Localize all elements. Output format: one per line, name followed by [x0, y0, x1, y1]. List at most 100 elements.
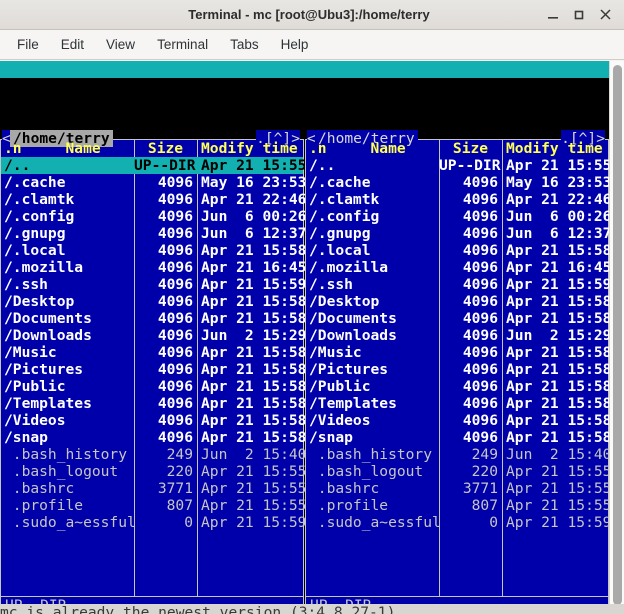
table-row[interactable]: /.ssh 4096 Apr 21 15:59 — [306, 276, 609, 293]
table-row[interactable]: /.cache 4096 May 16 23:53 — [1, 174, 307, 191]
left-row-size: 4096 — [157, 208, 193, 225]
right-row-name: .sudo_a~essful — [309, 514, 439, 531]
left-row-time: Jun 2 15:40 — [201, 446, 307, 463]
right-row-size: 4096 — [462, 208, 498, 225]
application-menubar: File Edit View Terminal Tabs Help — [0, 30, 624, 60]
table-row[interactable]: /.. UP--DIR Apr 21 15:55 — [1, 157, 306, 174]
maximize-icon[interactable] — [566, 2, 592, 28]
table-row[interactable]: .sudo_a~essful 0 Apr 21 15:59 — [306, 514, 609, 531]
left-row-size: 4096 — [157, 225, 193, 242]
table-row[interactable]: /.. UP--DIR Apr 21 15:55 — [306, 157, 609, 174]
table-row[interactable]: .bashrc 3771 Apr 21 15:55 — [1, 480, 307, 497]
close-icon[interactable] — [592, 2, 618, 28]
minimize-icon[interactable] — [540, 2, 566, 28]
table-row[interactable]: /Desktop 4096 Apr 21 15:58 — [306, 293, 609, 310]
left-row-name: /Desktop — [4, 293, 75, 310]
table-row[interactable]: /Documents 4096 Apr 21 15:58 — [1, 310, 306, 327]
left-header-time[interactable]: Modify time — [197, 140, 301, 157]
left-row-name: .sudo_a~essful — [4, 514, 134, 531]
table-row[interactable]: /Documents 4096 Apr 21 15:58 — [306, 310, 609, 327]
left-row-name: .bash_history — [4, 446, 128, 463]
left-row-time: Apr 21 15:55 — [201, 497, 307, 514]
right-file-panel[interactable]: <─ /home/terry .[^]> 83G/91G (91%) .n Na… — [305, 130, 609, 614]
table-row[interactable]: /.clamtk 4096 Apr 21 22:46 — [1, 191, 306, 208]
table-row[interactable]: .bash_history 249 Jun 2 15:40 — [1, 446, 307, 463]
table-row[interactable]: .bashrc 3771 Apr 21 15:55 — [306, 480, 609, 497]
table-row[interactable]: /Pictures 4096 Apr 21 15:58 — [306, 361, 609, 378]
right-row-time: Apr 21 15:58 — [506, 361, 609, 378]
left-row-time: Apr 21 15:58 — [201, 412, 307, 429]
table-row[interactable]: /Templates 4096 Apr 21 15:58 — [306, 395, 609, 412]
table-row[interactable]: /.ssh 4096 Apr 21 15:59 — [1, 276, 306, 293]
table-row[interactable]: /.local 4096 Apr 21 15:58 — [306, 242, 609, 259]
right-row-time: Apr 21 15:58 — [506, 344, 609, 361]
menu-edit[interactable]: Edit — [50, 34, 95, 55]
right-row-name: /Documents — [309, 310, 397, 327]
table-row[interactable]: /Public 4096 Apr 21 15:58 — [306, 378, 609, 395]
left-row-name: /snap — [4, 429, 48, 446]
table-row[interactable]: /.local 4096 Apr 21 15:58 — [1, 242, 306, 259]
table-row[interactable]: /Music 4096 Apr 21 15:58 — [306, 344, 609, 361]
table-row[interactable]: /Pictures 4096 Apr 21 15:58 — [1, 361, 307, 378]
table-row[interactable]: /snap 4096 Apr 21 15:58 — [1, 429, 306, 446]
table-row[interactable]: /Videos 4096 Apr 21 15:58 — [1, 412, 307, 429]
right-row-time: Apr 21 15:58 — [506, 293, 609, 310]
menu-view[interactable]: View — [95, 34, 146, 55]
right-row-time: Apr 21 15:55 — [506, 480, 609, 497]
left-panel-header[interactable]: .n Name Size Modify time — [1, 140, 303, 157]
left-row-name: /.config — [4, 208, 75, 225]
right-header-size[interactable]: Size — [439, 140, 502, 157]
table-row[interactable]: /Videos 4096 Apr 21 15:58 — [306, 412, 609, 429]
table-row[interactable]: /Desktop 4096 Apr 21 15:58 — [1, 293, 306, 310]
table-row[interactable]: /Templates 4096 Apr 21 15:58 — [1, 395, 307, 412]
left-row-name: /.. — [4, 157, 31, 174]
right-header-time[interactable]: Modify time — [502, 140, 606, 157]
right-row-size: 4096 — [462, 395, 498, 412]
table-row[interactable]: /.clamtk 4096 Apr 21 22:46 — [306, 191, 609, 208]
table-row[interactable]: .sudo_a~essful 0 Apr 21 15:59 — [1, 514, 307, 531]
right-header-name[interactable]: .n Name — [306, 140, 439, 157]
table-row[interactable]: /Downloads 4096 Jun 2 15:29 — [1, 327, 306, 344]
left-row-time: May 16 23:53 — [201, 174, 307, 191]
menu-tabs[interactable]: Tabs — [219, 34, 270, 55]
table-row[interactable]: .bash_logout 220 Apr 21 15:55 — [306, 463, 609, 480]
left-row-time: Apr 21 15:58 — [201, 395, 307, 412]
right-row-size: 4096 — [462, 242, 498, 259]
right-row-size: 4096 — [462, 174, 498, 191]
right-row-name: /Templates — [309, 395, 397, 412]
window-controls — [540, 2, 624, 28]
table-row[interactable]: /Public 4096 Apr 21 15:58 — [1, 378, 306, 395]
left-row-size: 4096 — [157, 327, 193, 344]
table-row[interactable]: /.config 4096 Jun 6 00:26 — [1, 208, 306, 225]
table-row[interactable]: /snap 4096 Apr 21 15:58 — [306, 429, 609, 446]
table-row[interactable]: /.gnupg 4096 Jun 6 12:37 — [1, 225, 306, 242]
window-titlebar[interactable]: Terminal - mc [root@Ubu3]:/home/terry — [0, 0, 624, 30]
right-panel-header[interactable]: .n Name Size Modify time — [306, 140, 608, 157]
table-row[interactable]: /Music 4096 Apr 21 15:58 — [1, 344, 306, 361]
left-row-time: Apr 21 15:58 — [201, 361, 307, 378]
table-row[interactable]: .profile 807 Apr 21 15:55 — [306, 497, 609, 514]
terminal-scrollbar-thumb[interactable] — [613, 65, 622, 605]
menu-help[interactable]: Help — [270, 34, 320, 55]
left-row-size: 4096 — [157, 242, 193, 259]
table-row[interactable]: /.cache 4096 May 16 23:53 — [306, 174, 609, 191]
table-row[interactable]: /Downloads 4096 Jun 2 15:29 — [306, 327, 609, 344]
right-row-name: /Downloads — [309, 327, 397, 344]
mc-menu-text[interactable]: Left File Command Options Right — [53, 78, 465, 95]
terminal-scrollbar-track[interactable] — [609, 61, 624, 614]
left-header-size[interactable]: Size — [134, 140, 197, 157]
table-row[interactable]: /.mozilla 4096 Apr 21 16:45 — [1, 259, 306, 276]
menu-terminal[interactable]: Terminal — [146, 34, 219, 55]
left-file-panel[interactable]: <─ /home/terry .[^]> 83G/91G (91%) .n Na… — [0, 130, 307, 614]
table-row[interactable]: .bash_logout 220 Apr 21 15:55 — [1, 463, 307, 480]
left-row-name: /Downloads — [4, 327, 92, 344]
left-row-name: .bashrc — [4, 480, 75, 497]
table-row[interactable]: /.gnupg 4096 Jun 6 12:37 — [306, 225, 609, 242]
table-row[interactable]: /.config 4096 Jun 6 00:26 — [306, 208, 609, 225]
left-header-name[interactable]: .n Name — [1, 140, 134, 157]
table-row[interactable]: /.mozilla 4096 Apr 21 16:45 — [306, 259, 609, 276]
menu-file[interactable]: File — [6, 34, 50, 55]
table-row[interactable]: .bash_history 249 Jun 2 15:40 — [306, 446, 609, 463]
table-row[interactable]: .profile 807 Apr 21 15:55 — [1, 497, 307, 514]
right-row-name: /.clamtk — [309, 191, 380, 208]
